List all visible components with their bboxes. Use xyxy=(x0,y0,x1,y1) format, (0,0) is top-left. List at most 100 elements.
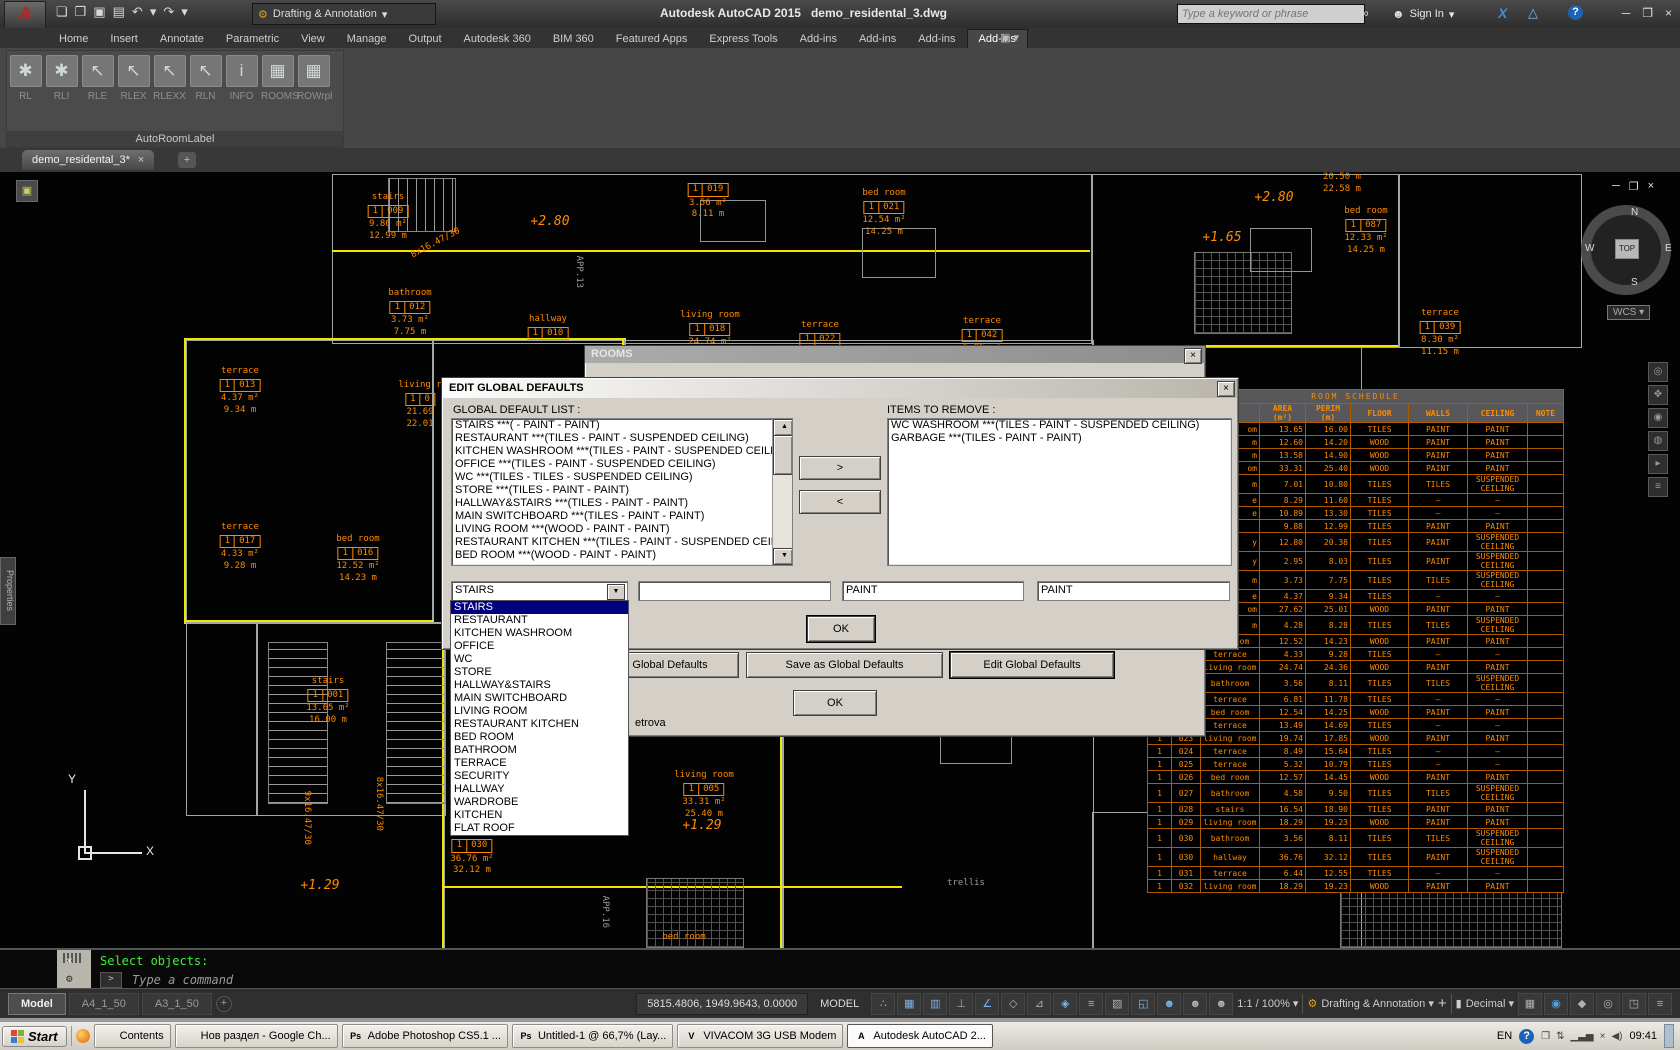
status-toggle-icon[interactable]: ☻ xyxy=(1209,993,1233,1015)
ribbon-tab[interactable]: Add-ins xyxy=(789,30,848,48)
list-item[interactable]: MAIN SWITCHBOARD ***(TILES - PAINT - PAI… xyxy=(452,510,792,523)
list-item[interactable]: BED ROOM ***(WOOD - PAINT - PAINT) xyxy=(452,549,792,562)
viewcube-compass[interactable]: N E S W TOP xyxy=(1581,205,1671,295)
status-toggle-icon[interactable]: ∠ xyxy=(975,993,999,1015)
dropdown-item[interactable]: BED ROOM xyxy=(451,731,628,744)
ribbon-tab[interactable]: Add-ins xyxy=(848,30,907,48)
ribbon-button[interactable]: ↖ RLEX xyxy=(117,55,150,102)
dropdown-item[interactable]: RESTAURANT KITCHEN xyxy=(451,718,628,731)
dropdown-item[interactable]: KITCHEN xyxy=(451,809,628,822)
list-item[interactable]: GARBAGE ***(TILES - PAINT - PAINT) xyxy=(888,432,1231,445)
status-tool-icon[interactable]: ◳ xyxy=(1622,993,1646,1015)
status-tool-icon[interactable]: ◆ xyxy=(1570,993,1594,1015)
status-toggle-icon[interactable]: ◇ xyxy=(1001,993,1025,1015)
sign-in-button[interactable]: ☻ Sign In ▾ xyxy=(1392,7,1454,21)
navbar-tool-icon[interactable]: ✥ xyxy=(1648,385,1668,405)
tray-icon[interactable]: × xyxy=(1600,1031,1606,1042)
status-toggle-icon[interactable]: ▨ xyxy=(1105,993,1129,1015)
status-tool-icon[interactable]: ≡ xyxy=(1648,993,1672,1015)
help-icon[interactable]: ? xyxy=(1568,5,1583,20)
dropdown-item[interactable]: HALLWAY&STAIRS xyxy=(451,679,628,692)
start-button[interactable]: Start xyxy=(2,1026,67,1047)
status-toggle-icon[interactable]: ◱ xyxy=(1131,993,1155,1015)
ribbon-tab[interactable]: Annotate xyxy=(149,30,215,48)
restore-button[interactable]: ❐ xyxy=(1642,6,1653,20)
drawing-close-icon[interactable]: × xyxy=(1648,180,1654,193)
list-item[interactable]: STAIRS ***( - PAINT - PAINT) xyxy=(452,419,792,432)
compass-east[interactable]: E xyxy=(1665,243,1672,254)
tray-icon[interactable]: ⇅ xyxy=(1556,1031,1564,1042)
edit-dialog-titlebar[interactable]: EDIT GLOBAL DEFAULTS xyxy=(443,379,1237,398)
ribbon-button[interactable]: ↖ RLEXX xyxy=(153,55,186,102)
redo-caret-icon[interactable]: ▾ xyxy=(181,4,188,20)
units-selector[interactable]: Decimal ▾ xyxy=(1466,997,1514,1010)
add-layout-icon[interactable]: + xyxy=(216,996,232,1012)
ribbon-button[interactable]: ▦ ROWrpl xyxy=(297,55,330,102)
ribbon-tab[interactable]: Output xyxy=(398,30,453,48)
status-toggle-icon[interactable]: ☻ xyxy=(1157,993,1181,1015)
list-item[interactable]: OFFICE ***(TILES - PAINT - SUSPENDED CEI… xyxy=(452,458,792,471)
tray-help-icon[interactable]: ? xyxy=(1519,1029,1534,1044)
status-toggle-icon[interactable]: ☻ xyxy=(1183,993,1207,1015)
ribbon-tab[interactable]: Autodesk 360 xyxy=(453,30,542,48)
edit-global-defaults-button[interactable]: Edit Global Defaults xyxy=(950,652,1114,678)
status-toggle-icon[interactable]: ▥ xyxy=(923,993,947,1015)
dropdown-item[interactable]: LIVING ROOM xyxy=(451,705,628,718)
show-desktop-button[interactable] xyxy=(1664,1024,1674,1048)
firefox-icon[interactable] xyxy=(76,1029,90,1043)
ribbon-overflow-icon[interactable]: ▣ ▾ xyxy=(1000,31,1019,44)
navbar-tool-icon[interactable]: ◎ xyxy=(1648,362,1668,382)
close-tab-icon[interactable]: × xyxy=(138,154,144,166)
compass-south[interactable]: S xyxy=(1631,277,1638,288)
exchange-apps-icon[interactable]: X xyxy=(1498,5,1507,21)
status-tool-icon[interactable]: ◎ xyxy=(1596,993,1620,1015)
ribbon-tab[interactable]: BIM 360 xyxy=(542,30,605,48)
plot-icon[interactable]: ▤ xyxy=(113,4,125,20)
file-tab-active[interactable]: demo_residental_3*× xyxy=(22,150,154,170)
search-input[interactable] xyxy=(1177,4,1365,24)
ribbon-tab[interactable]: Featured Apps xyxy=(605,30,699,48)
edit-close-icon[interactable]: × xyxy=(1217,381,1235,397)
ceiling-field[interactable]: PAINT xyxy=(1037,581,1230,601)
workspace-switcher-status[interactable]: Drafting & Annotation ▾ xyxy=(1321,997,1434,1010)
dropdown-item[interactable]: SECURITY xyxy=(451,770,628,783)
global-default-listbox[interactable]: STAIRS ***( - PAINT - PAINT)RESTAURANT *… xyxy=(451,418,793,566)
taskbar-item[interactable]: Нов раздел - Google Ch... xyxy=(175,1024,338,1048)
ribbon-button[interactable]: ↖ RLN xyxy=(189,55,222,102)
rooms-ok-button[interactable]: OK xyxy=(793,690,877,716)
layout-tab[interactable]: A4_1_50 xyxy=(69,993,139,1015)
move-left-button[interactable]: < xyxy=(799,490,881,514)
ribbon-button[interactable]: i INFO xyxy=(225,55,258,102)
dropdown-item[interactable]: STAIRS xyxy=(451,601,628,614)
drawing-minimize-icon[interactable]: ─ xyxy=(1612,180,1620,193)
ribbon-tab[interactable]: Manage xyxy=(336,30,398,48)
scroll-down-icon[interactable]: ▼ xyxy=(773,548,793,565)
a360-icon[interactable]: △ xyxy=(1528,5,1538,21)
command-line[interactable]: × ⚙ Select objects: > Type a command xyxy=(0,948,1680,990)
undo-icon[interactable]: ↶ xyxy=(132,4,143,20)
new-tab-button[interactable]: + xyxy=(178,152,196,168)
list-item[interactable]: KITCHEN WASHROOM ***(TILES - PAINT - SUS… xyxy=(452,445,792,458)
workspace-gear-icon[interactable]: ⚙ xyxy=(1307,997,1317,1010)
tray-icon[interactable]: ▁▃▅ xyxy=(1571,1031,1594,1042)
status-toggle-icon[interactable]: ∴ xyxy=(871,993,895,1015)
dropdown-item[interactable]: OFFICE xyxy=(451,640,628,653)
navbar-tool-icon[interactable]: ◉ xyxy=(1648,408,1668,428)
save-as-global-defaults-button[interactable]: Save as Global Defaults xyxy=(746,652,943,678)
room-type-combobox[interactable]: STAIRS ▼ xyxy=(451,581,628,601)
new-file-icon[interactable]: ❏ xyxy=(56,4,68,20)
dropdown-item[interactable]: RESTAURANT xyxy=(451,614,628,627)
annotation-scale-value[interactable]: 1:1 / 100% ▾ xyxy=(1237,997,1298,1010)
ribbon-button[interactable]: ✱ RLI xyxy=(45,55,78,102)
close-button[interactable]: × xyxy=(1665,6,1672,20)
dropdown-item[interactable]: BATHROOM xyxy=(451,744,628,757)
dropdown-item[interactable]: WC xyxy=(451,653,628,666)
floor-field[interactable] xyxy=(638,581,831,601)
list-item[interactable]: STORE ***(TILES - PAINT - PAINT) xyxy=(452,484,792,497)
model-space-badge[interactable]: MODEL xyxy=(812,994,867,1014)
open-file-icon[interactable]: ❒ xyxy=(75,4,87,20)
dropdown-item[interactable]: HALLWAY xyxy=(451,783,628,796)
scrollbar-thumb[interactable] xyxy=(773,435,793,475)
ribbon-tab[interactable]: Insert xyxy=(99,30,149,48)
taskbar-item[interactable]: V VIVACOM 3G USB Modem xyxy=(677,1024,843,1048)
